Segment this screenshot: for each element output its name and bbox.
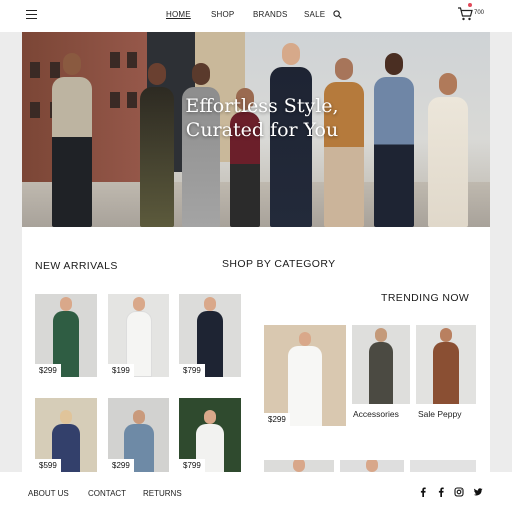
hero-headline: Effortless Style, Curated for You: [172, 94, 352, 142]
product-content-area: NEW ARRIVALS SHOP BY CATEGORY TRENDING N…: [22, 227, 490, 472]
nav-sale-link[interactable]: SALE: [304, 10, 325, 19]
hero-model: [52, 53, 92, 227]
new-arrivals-heading: NEW ARRIVALS: [35, 260, 118, 272]
product-card[interactable]: $799: [179, 398, 241, 472]
hero-model: [374, 53, 414, 227]
product-price: $299: [108, 459, 134, 472]
product-price: $299: [35, 364, 61, 377]
cart-count: 700: [474, 10, 485, 16]
footer-about-link[interactable]: ABOUT US: [28, 489, 69, 498]
hero-banner[interactable]: Effortless Style, Curated for You: [22, 32, 490, 227]
hero-headline-line: Curated for You: [185, 119, 339, 141]
product-card[interactable]: $599: [35, 398, 97, 472]
hero-model: [270, 43, 312, 227]
hero-headline-line: Effortless Style,: [185, 95, 339, 117]
product-card[interactable]: $199: [108, 294, 169, 377]
category-label[interactable]: Sale Peppy: [418, 409, 461, 419]
hero-model: [428, 73, 468, 227]
search-icon[interactable]: [333, 10, 342, 19]
footer-contact-link[interactable]: CONTACT: [88, 489, 126, 498]
category-card-sale[interactable]: [416, 325, 476, 404]
nav-brands-link[interactable]: BRANDS: [253, 10, 288, 19]
instagram-icon[interactable]: [454, 487, 464, 497]
product-card[interactable]: [264, 460, 334, 472]
hero-model: [140, 63, 174, 227]
trending-product-card[interactable]: $299: [264, 325, 346, 426]
cart-icon[interactable]: [457, 7, 473, 21]
product-card[interactable]: [340, 460, 404, 472]
product-card[interactable]: [410, 460, 476, 472]
nav-home-link[interactable]: HOME: [166, 10, 191, 19]
footer: ABOUT US CONTACT RETURNS: [0, 472, 512, 512]
product-price: $199: [108, 364, 134, 377]
category-card-accessories[interactable]: [352, 325, 410, 404]
facebook-icon[interactable]: [418, 487, 428, 497]
product-price: $299: [264, 413, 290, 426]
product-card[interactable]: $299: [108, 398, 169, 472]
footer-returns-link[interactable]: RETURNS: [143, 489, 182, 498]
product-card[interactable]: $799: [179, 294, 241, 377]
top-navigation-bar: HOME SHOP BRANDS SALE 700: [0, 0, 512, 32]
nav-shop-link[interactable]: SHOP: [211, 10, 234, 19]
twitter-icon[interactable]: [473, 487, 483, 497]
facebook-icon[interactable]: [436, 487, 446, 497]
product-card[interactable]: $299: [35, 294, 97, 377]
product-price: $599: [35, 459, 61, 472]
product-price: $799: [179, 459, 205, 472]
category-label[interactable]: Accessories: [353, 409, 399, 419]
cart-notification-dot: [468, 3, 472, 7]
product-price: $799: [179, 364, 205, 377]
trending-now-heading: TRENDING NOW: [381, 292, 470, 304]
menu-icon[interactable]: [26, 10, 37, 19]
shop-by-category-heading[interactable]: SHOP BY CATEGORY: [222, 258, 336, 270]
